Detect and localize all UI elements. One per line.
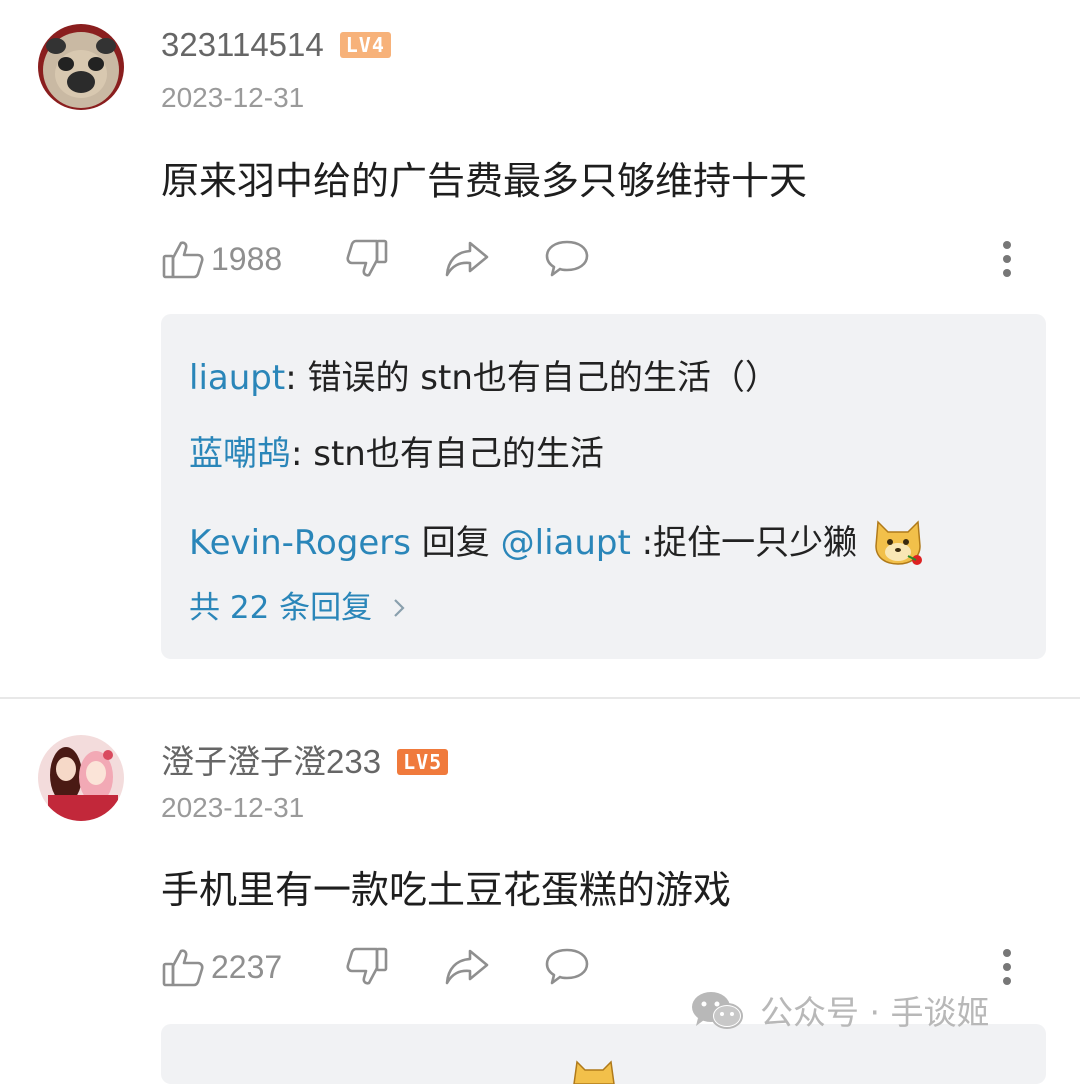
dot [1003,977,1011,985]
username[interactable]: 澄子澄子澄233 LV5 [161,735,449,783]
thumbs-up-icon [162,241,204,279]
doge-emoji-icon [875,520,922,565]
reply-username[interactable]: liaupt [189,358,285,398]
reply-username[interactable]: Kevin-Rogers [189,523,411,563]
reply-username[interactable]: 蓝嘲鸪 [189,434,291,474]
like-count: 1988 [211,240,283,277]
dislike-button[interactable] [345,945,389,989]
reply-preview-box[interactable]: liaupt: 错误的 stn也有自己的生活（） 蓝嘲鸪: stn也有自己的生活… [161,314,1046,659]
share-icon [445,241,489,277]
comment-date: 2023-12-31 [161,792,305,823]
reply-text: :捉住一只少獭 [630,523,858,563]
reply-item: Kevin-Rogers 回复 @liaupt :捉住一只少獭 [189,512,926,568]
doge-emoji-icon [573,1060,615,1084]
comment-date: 2023-12-31 [161,82,305,113]
username[interactable]: 323114514 LV4 [161,26,391,64]
like-button[interactable]: 1988 [161,237,282,281]
share-button[interactable] [444,945,490,989]
reply-item: 蓝嘲鸪: stn也有自己的生活 [189,434,604,474]
dislike-button[interactable] [345,237,389,281]
reply-text: 错误的 stn也有自己的生活（） [307,358,779,398]
more-options-button[interactable] [1003,949,1013,991]
like-button[interactable]: 2237 [161,945,282,989]
view-all-replies-link[interactable]: 共 22 条回复 [189,582,408,627]
reply-button[interactable] [544,237,590,281]
comment-bubble-icon [545,948,589,985]
comment-1: 323114514 LV4 2023-12-31 原来羽中给的广告费最多只够维持十… [0,0,1080,697]
avatar[interactable] [38,24,124,110]
dot [1003,949,1011,957]
level-badge: LV5 [397,749,449,775]
watermark: 公众号 · 手谈姬 [690,988,989,1032]
like-count: 2237 [211,948,283,985]
thumbs-up-icon [162,949,204,987]
avatar[interactable] [38,735,124,821]
share-button[interactable] [444,237,490,281]
comment-actions: 1988 [161,237,1051,287]
chevron-right-icon [394,599,405,617]
comment-bubble-icon [545,240,589,277]
reply-item: liaupt: 错误的 stn也有自己的生活（） [189,358,779,398]
mention-link[interactable]: @liaupt [501,523,631,563]
wechat-icon [692,992,743,1029]
watermark-text: 公众号 · 手谈姬 [760,993,990,1032]
comment-text: 手机里有一款吃土豆花蛋糕的游戏 [161,868,732,912]
thumbs-down-icon [346,239,388,277]
share-icon [445,949,489,985]
more-options-button[interactable] [1003,241,1013,283]
dot [1003,255,1011,263]
reply-text: stn也有自己的生活 [313,434,604,474]
comment-text: 原来羽中给的广告费最多只够维持十天 [161,159,808,203]
dot [1003,241,1011,249]
reply-button[interactable] [544,945,590,989]
dot [1003,269,1011,277]
thumbs-down-icon [346,947,388,985]
dot [1003,963,1011,971]
level-badge: LV4 [339,32,391,58]
